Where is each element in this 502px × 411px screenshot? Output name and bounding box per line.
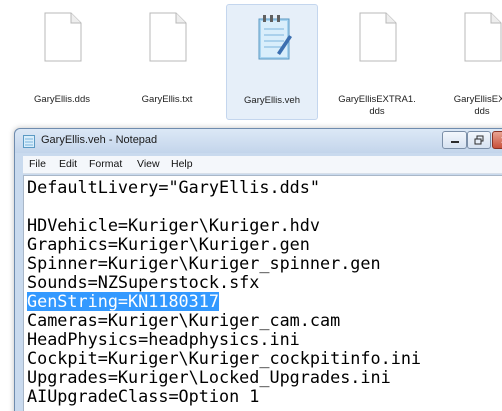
blank-document-icon [359,12,397,62]
window-title: GaryEllis.veh - Notepad [41,134,158,146]
editor-line: Spinner=Kuriger\Kuriger_spinner.gen [27,253,381,273]
editor-line: Cameras=Kuriger\Kuriger_cam.cam [27,310,341,330]
notepad-window: GaryEllis.veh - Notepad File Edit Format… [14,128,502,411]
close-button[interactable] [492,131,502,149]
blank-document-icon [464,12,502,62]
editor-line: HDVehicle=Kuriger\Kuriger.hdv [27,215,320,235]
text-editor[interactable]: DefaultLivery="GaryEllis.dds" HDVehicle=… [23,175,502,411]
menu-file[interactable]: File [29,158,46,170]
editor-line: Sounds=NZSuperstock.sfx [27,272,260,292]
menu-help[interactable]: Help [171,158,193,170]
minimize-icon [450,141,459,143]
file-label: GaryEllis.veh [244,95,300,106]
menu-bar: File Edit Format View Help [23,156,502,174]
editor-line: Graphics=Kuriger\Kuriger.gen [27,234,310,254]
file-item-garyellisext-dds[interactable]: GaryEllisEXT dds [436,4,502,120]
title-bar[interactable]: GaryEllis.veh - Notepad [15,129,502,153]
notepad-document-icon [258,15,292,60]
file-label: GaryEllis.dds [34,94,90,105]
blank-document-icon [149,12,187,62]
file-list: GaryEllis.dds GaryEllis.txt GaryEllis.ve… [0,0,502,124]
menu-view[interactable]: View [137,158,160,170]
notepad-app-icon [23,135,35,148]
minimize-button[interactable] [442,131,467,149]
blank-document-icon [44,12,82,62]
menu-format[interactable]: Format [89,158,122,170]
file-label: GaryEllisEXT dds [453,94,502,117]
file-label: GaryEllis.txt [141,94,193,105]
file-label: GaryEllisEXTRA1. dds [338,94,416,117]
selected-text: GenString=KN1180317 [27,291,219,311]
editor-line: DefaultLivery="GaryEllis.dds" [27,177,320,197]
file-item-garyellis-veh[interactable]: GaryEllis.veh [226,4,318,120]
menu-edit[interactable]: Edit [59,158,77,170]
maximize-button[interactable] [467,131,491,149]
restore-icon [474,135,484,145]
editor-line: Cockpit=Kuriger\Kuriger_cockpitinfo.ini [27,348,422,368]
file-item-garyellis-dds[interactable]: GaryEllis.dds [16,4,108,120]
file-item-garyellisextra1-dds[interactable]: GaryEllisEXTRA1. dds [331,4,423,120]
editor-line: HeadPhysics=headphysics.ini [27,329,300,349]
editor-line: Upgrades=Kuriger\Locked_Upgrades.ini [27,367,391,387]
file-item-garyellis-txt[interactable]: GaryEllis.txt [121,4,213,120]
editor-line: AIUpgradeClass=Option 1 [27,386,260,406]
